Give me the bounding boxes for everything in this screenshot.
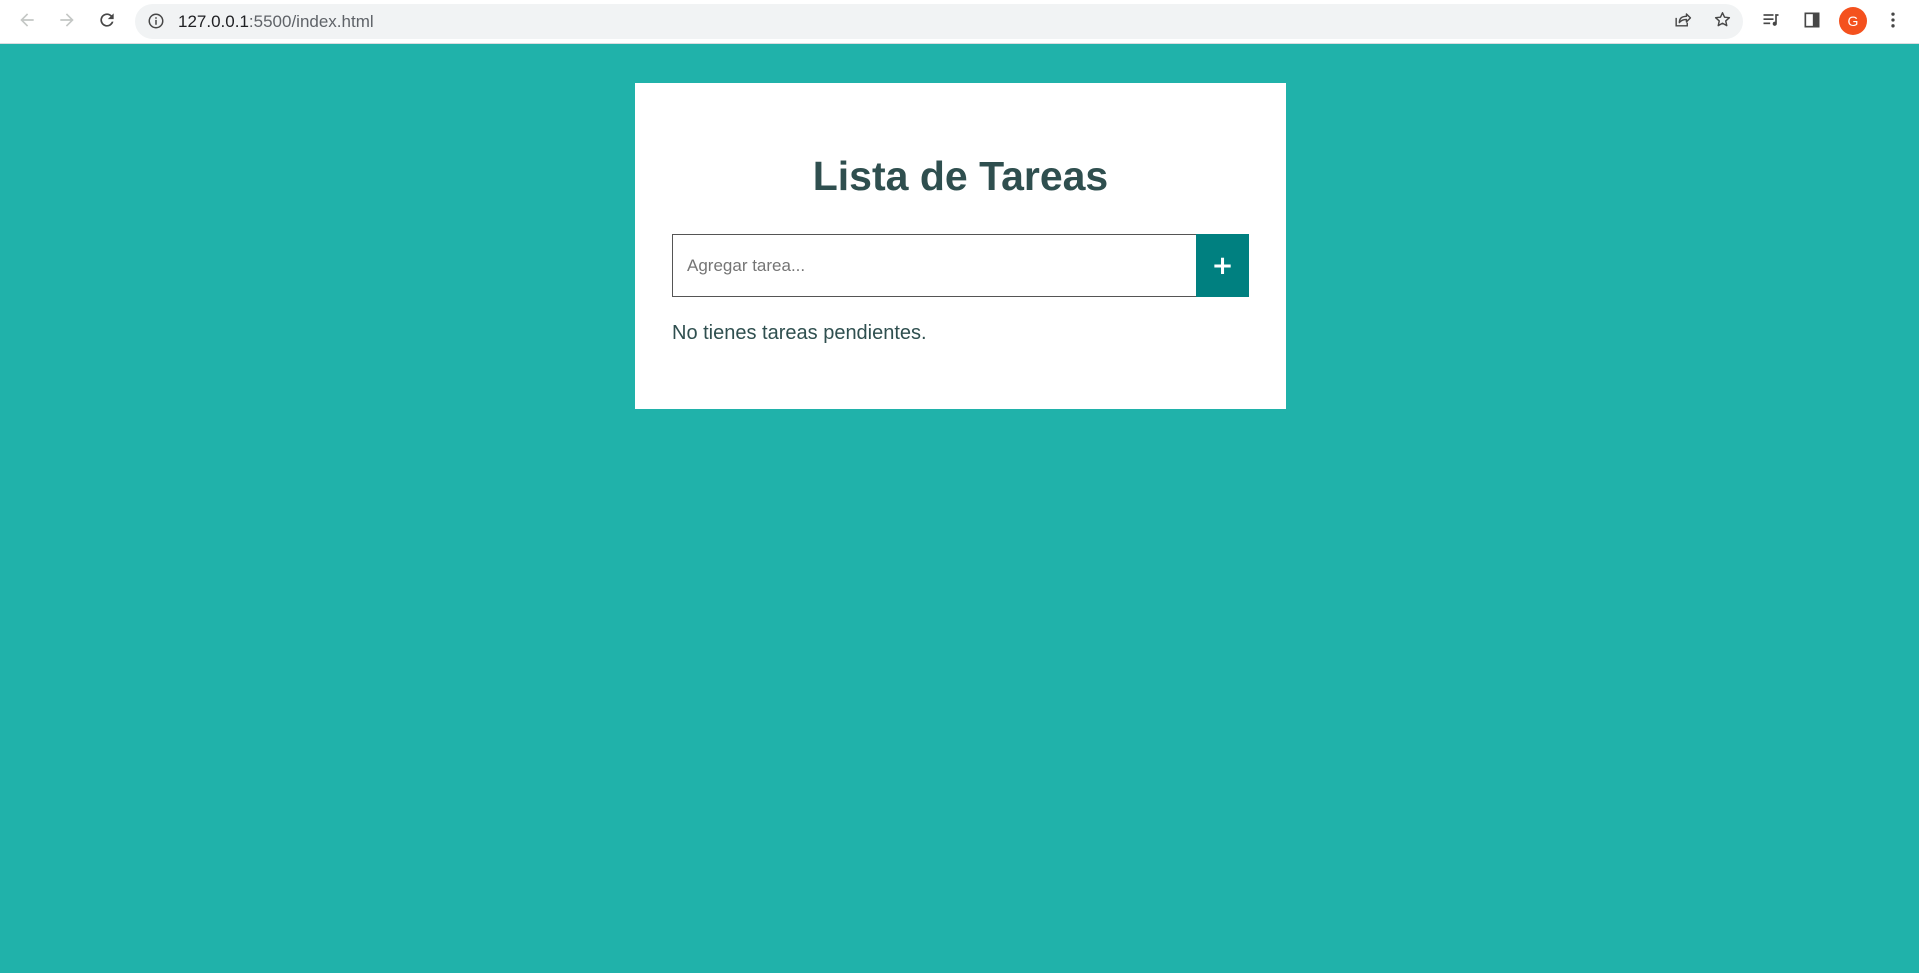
side-panel-icon: [1802, 10, 1822, 35]
page-title: Lista de Tareas: [812, 153, 1109, 199]
info-icon[interactable]: [147, 12, 165, 30]
address-bar[interactable]: 127.0.0.1:5500/index.html: [135, 4, 1743, 39]
kebab-menu-icon: [1883, 10, 1903, 35]
share-icon: [1673, 10, 1692, 34]
url-text: 127.0.0.1:5500/index.html: [178, 12, 374, 31]
star-icon: [1713, 10, 1732, 34]
browser-toolbar: 127.0.0.1:5500/index.html G: [0, 0, 1919, 44]
url-path: :5500/index.html: [248, 12, 374, 31]
todo-card: Lista de Tareas + No tienes tareas pendi…: [635, 83, 1286, 409]
reload-icon: [97, 10, 117, 35]
media-control-button[interactable]: [1756, 7, 1786, 37]
share-button[interactable]: [1669, 9, 1695, 35]
side-panel-button[interactable]: [1797, 7, 1827, 37]
empty-tasks-message: No tienes tareas pendientes.: [672, 322, 927, 344]
arrow-left-icon: [17, 10, 37, 35]
media-queue-icon: [1761, 10, 1781, 35]
profile-avatar[interactable]: G: [1839, 7, 1867, 35]
task-input[interactable]: [672, 234, 1197, 297]
browser-menu-button[interactable]: [1878, 7, 1908, 37]
forward-button[interactable]: [51, 6, 83, 38]
reload-button[interactable]: [91, 6, 123, 38]
plus-icon: +: [1211, 250, 1234, 281]
arrow-right-icon: [57, 10, 77, 35]
back-button[interactable]: [11, 6, 43, 38]
bookmark-button[interactable]: [1709, 9, 1735, 35]
url-host: 127.0.0.1: [178, 12, 249, 31]
add-task-button[interactable]: +: [1196, 234, 1249, 297]
